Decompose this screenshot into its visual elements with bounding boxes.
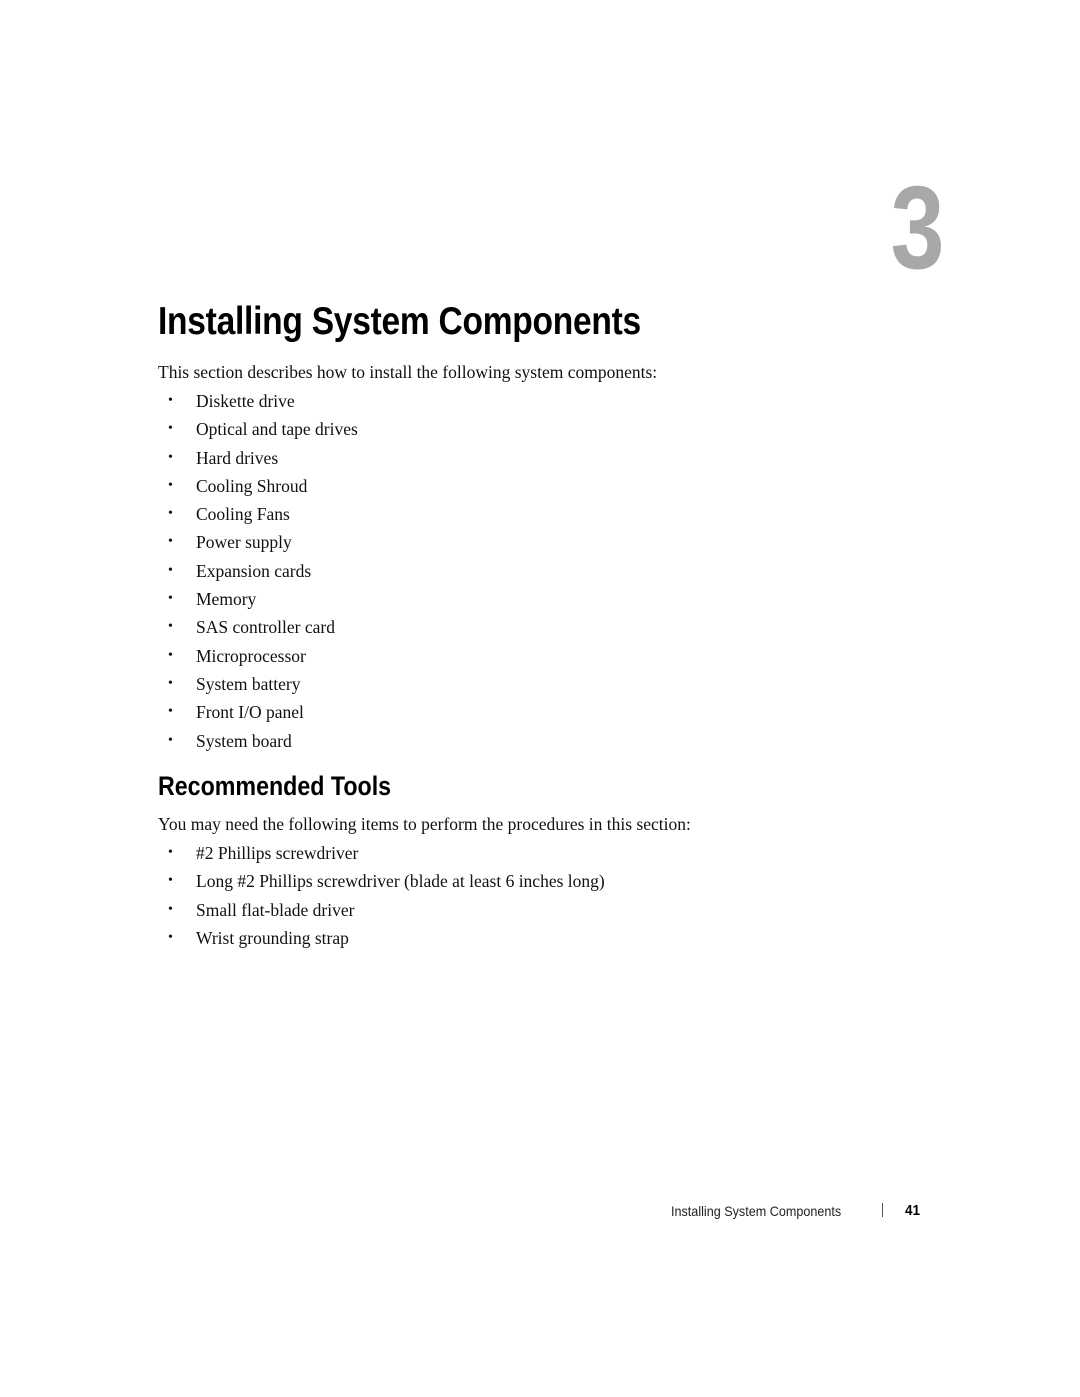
- bullet-icon: •: [168, 421, 173, 437]
- footer-section-title: Installing System Components: [671, 1203, 842, 1219]
- bullet-icon: •: [168, 929, 173, 945]
- bullet-icon: •: [168, 534, 173, 550]
- bullet-icon: •: [168, 562, 173, 578]
- footer-divider: [882, 1203, 883, 1217]
- bullet-icon: •: [168, 704, 173, 720]
- chapter-number: 3: [890, 162, 945, 294]
- bullet-icon: •: [168, 393, 173, 408]
- bullet-icon: •: [168, 732, 173, 748]
- bullet-icon: •: [168, 506, 173, 522]
- tools-paragraph: You may need the following items to perf…: [158, 814, 691, 834]
- page-number: 41: [905, 1202, 921, 1219]
- bullet-icon: •: [168, 619, 173, 635]
- section-heading: Recommended Tools: [158, 771, 392, 801]
- bullet-icon: •: [168, 477, 173, 493]
- bullet-icon: •: [168, 901, 173, 917]
- bullet-icon: •: [168, 675, 173, 691]
- bullet-icon: •: [168, 647, 173, 663]
- bullet-icon: •: [168, 845, 173, 860]
- bullet-icon: •: [168, 449, 173, 465]
- bullet-icon: •: [168, 591, 173, 607]
- intro-paragraph: This section describes how to install th…: [158, 362, 658, 382]
- bullet-icon: •: [168, 873, 173, 889]
- page-title: Installing System Components: [158, 300, 641, 343]
